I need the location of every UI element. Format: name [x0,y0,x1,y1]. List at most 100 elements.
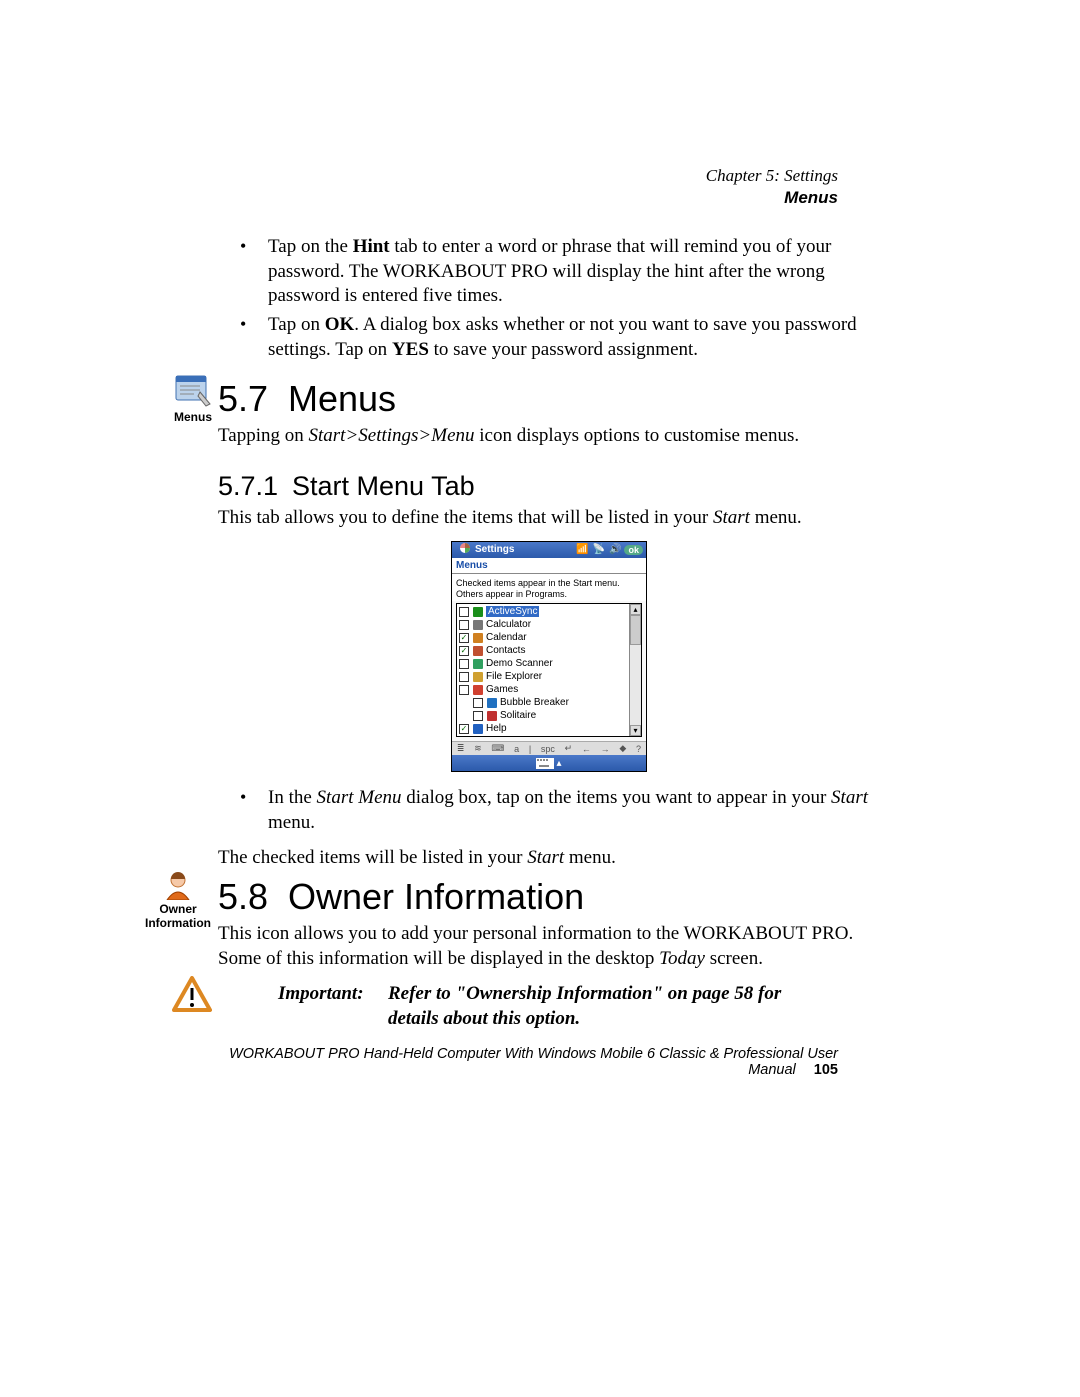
item-label: ActiveSync [486,606,539,617]
app-icon [472,646,484,656]
list-item[interactable]: ✓Help [457,722,629,735]
app-icon [472,659,484,669]
checkbox[interactable] [473,711,483,721]
page-footer: WORKABOUT PRO Hand-Held Computer With Wi… [218,1046,838,1078]
section-5-7-intro: Tapping on Start>Settings>Menu icon disp… [218,424,880,449]
section-heading-5-8: 5.8Owner Information [218,876,880,918]
owner-icon-label-1: Owner [143,902,213,916]
input-key[interactable]: spc [539,744,557,754]
start-icon [459,542,471,557]
checkbox[interactable] [459,659,469,669]
footer-arrow-icon[interactable]: ▴ [556,758,561,769]
section-5-7: Menus 5.7Menus Tapping on Start>Settings… [218,378,880,870]
input-key[interactable]: ↵ [563,743,575,754]
content: Tap on the Hint tab to enter a word or p… [218,235,880,1031]
app-icon [472,685,484,695]
item-label: Calendar [486,632,527,643]
checkbox[interactable] [459,685,469,695]
owner-icon-label-2: Information [143,916,213,930]
volume-icon: 🔊 [609,544,621,555]
checkbox[interactable] [459,672,469,682]
list-item: In the Start Menu dialog box, tap on the… [218,786,880,835]
app-icon [472,724,484,734]
input-key[interactable]: | [527,744,533,754]
subsection-heading-5-7-1: 5.7.1Start Menu Tab [218,471,880,502]
item-label: Contacts [486,645,525,656]
app-icon [472,672,484,682]
input-key[interactable]: → [599,744,612,754]
section-5-8-intro: This icon allows you to add your persona… [218,922,880,971]
section-5-7-1-bullets: In the Start Menu dialog box, tap on the… [218,786,880,835]
page-number: 105 [814,1062,838,1078]
page: Chapter 5: Settings Menus Tap on the Hin… [0,0,1080,1031]
input-key[interactable]: ? [634,744,643,754]
checkbox[interactable] [459,607,469,617]
list-item[interactable]: Demo Scanner [457,657,629,670]
subsection-number: 5.7.1 [218,471,292,502]
device-input-row: ≣ ≋ ⌨ a | spc ↵ ← → ◆? [452,741,646,755]
ok-button[interactable]: ok [624,545,643,555]
signal-icon: 📶 [576,544,588,555]
item-label: File Explorer [486,671,542,682]
section-title: Menus [288,378,396,419]
menus-margin-icon: Menus [158,374,228,424]
device-scrollbar[interactable]: ▴ ▾ [629,604,641,736]
app-icon [472,607,484,617]
device-footer: ▴ [452,755,646,771]
signal2-icon: 📡 [593,544,605,555]
keyboard-icon[interactable] [536,758,554,769]
important-note: Important:Refer to "Ownership Informatio… [218,982,880,1031]
header-chapter: Chapter 5: Settings [706,165,838,187]
section-heading-5-7: 5.7Menus [218,378,880,420]
item-label: Demo Scanner [486,658,553,669]
input-key[interactable]: ◆ [617,743,628,754]
owner-margin-icon: Owner Information [143,870,213,930]
app-icon [472,620,484,630]
checkbox[interactable] [473,698,483,708]
footer-text: WORKABOUT PRO Hand-Held Computer With Wi… [229,1046,838,1078]
item-label: Calculator [486,619,531,630]
list-item[interactable]: Bubble Breaker [457,696,629,709]
list-item[interactable]: ✓ Calendar [457,631,629,644]
device-tab[interactable]: Menus [452,558,646,574]
list-item: Tap on OK. A dialog box asks whether or … [218,313,880,362]
list-item[interactable]: Games [457,683,629,696]
input-key[interactable]: a [512,744,521,754]
scroll-down-icon[interactable]: ▾ [630,725,641,736]
checkbox[interactable]: ✓ [459,724,469,734]
checkbox[interactable]: ✓ [459,646,469,656]
list-item[interactable]: Calculator [457,618,629,631]
list-item[interactable]: File Explorer [457,670,629,683]
input-key[interactable]: ← [580,744,593,754]
warning-icon [172,976,212,1022]
note-text: Refer to "Ownership Information" on page… [388,982,818,1031]
section-number: 5.8 [218,876,288,918]
item-label: Solitaire [500,710,536,721]
note-label: Important: [278,982,388,1007]
section-5-7-1-outro: The checked items will be listed in your… [218,846,880,871]
checkbox[interactable] [459,620,469,630]
device-title: Settings [475,544,514,555]
section-title: Owner Information [288,876,584,917]
scroll-up-icon[interactable]: ▴ [630,604,641,615]
section-number: 5.7 [218,378,288,420]
input-key[interactable]: ⌨ [489,743,506,754]
subsection-title: Start Menu Tab [292,471,475,501]
item-label: Games [486,684,518,695]
list-item: Tap on the Hint tab to enter a word or p… [218,235,880,309]
device-help-text: Checked items appear in the Start menu. … [452,574,646,602]
device-list: ActiveSync Calculator ✓ Calendar ✓ Contacts De… [457,604,629,736]
list-item[interactable]: ActiveSync [457,605,629,618]
subsection-5-7-1-intro: This tab allows you to define the items … [218,506,880,531]
checkbox[interactable]: ✓ [459,633,469,643]
scroll-thumb[interactable] [630,615,641,645]
menus-icon-label: Menus [158,410,228,424]
header-section: Menus [706,187,838,209]
running-header: Chapter 5: Settings Menus [706,165,838,209]
list-item[interactable]: ✓ Contacts [457,644,629,657]
device-titlebar: Settings 📶 📡 🔊 ok [452,542,646,558]
input-key[interactable]: ≣ [455,743,467,754]
input-key[interactable]: ≋ [472,743,484,754]
section-5-8: Owner Information 5.8Owner Information T… [218,876,880,1031]
list-item[interactable]: Solitaire [457,709,629,722]
